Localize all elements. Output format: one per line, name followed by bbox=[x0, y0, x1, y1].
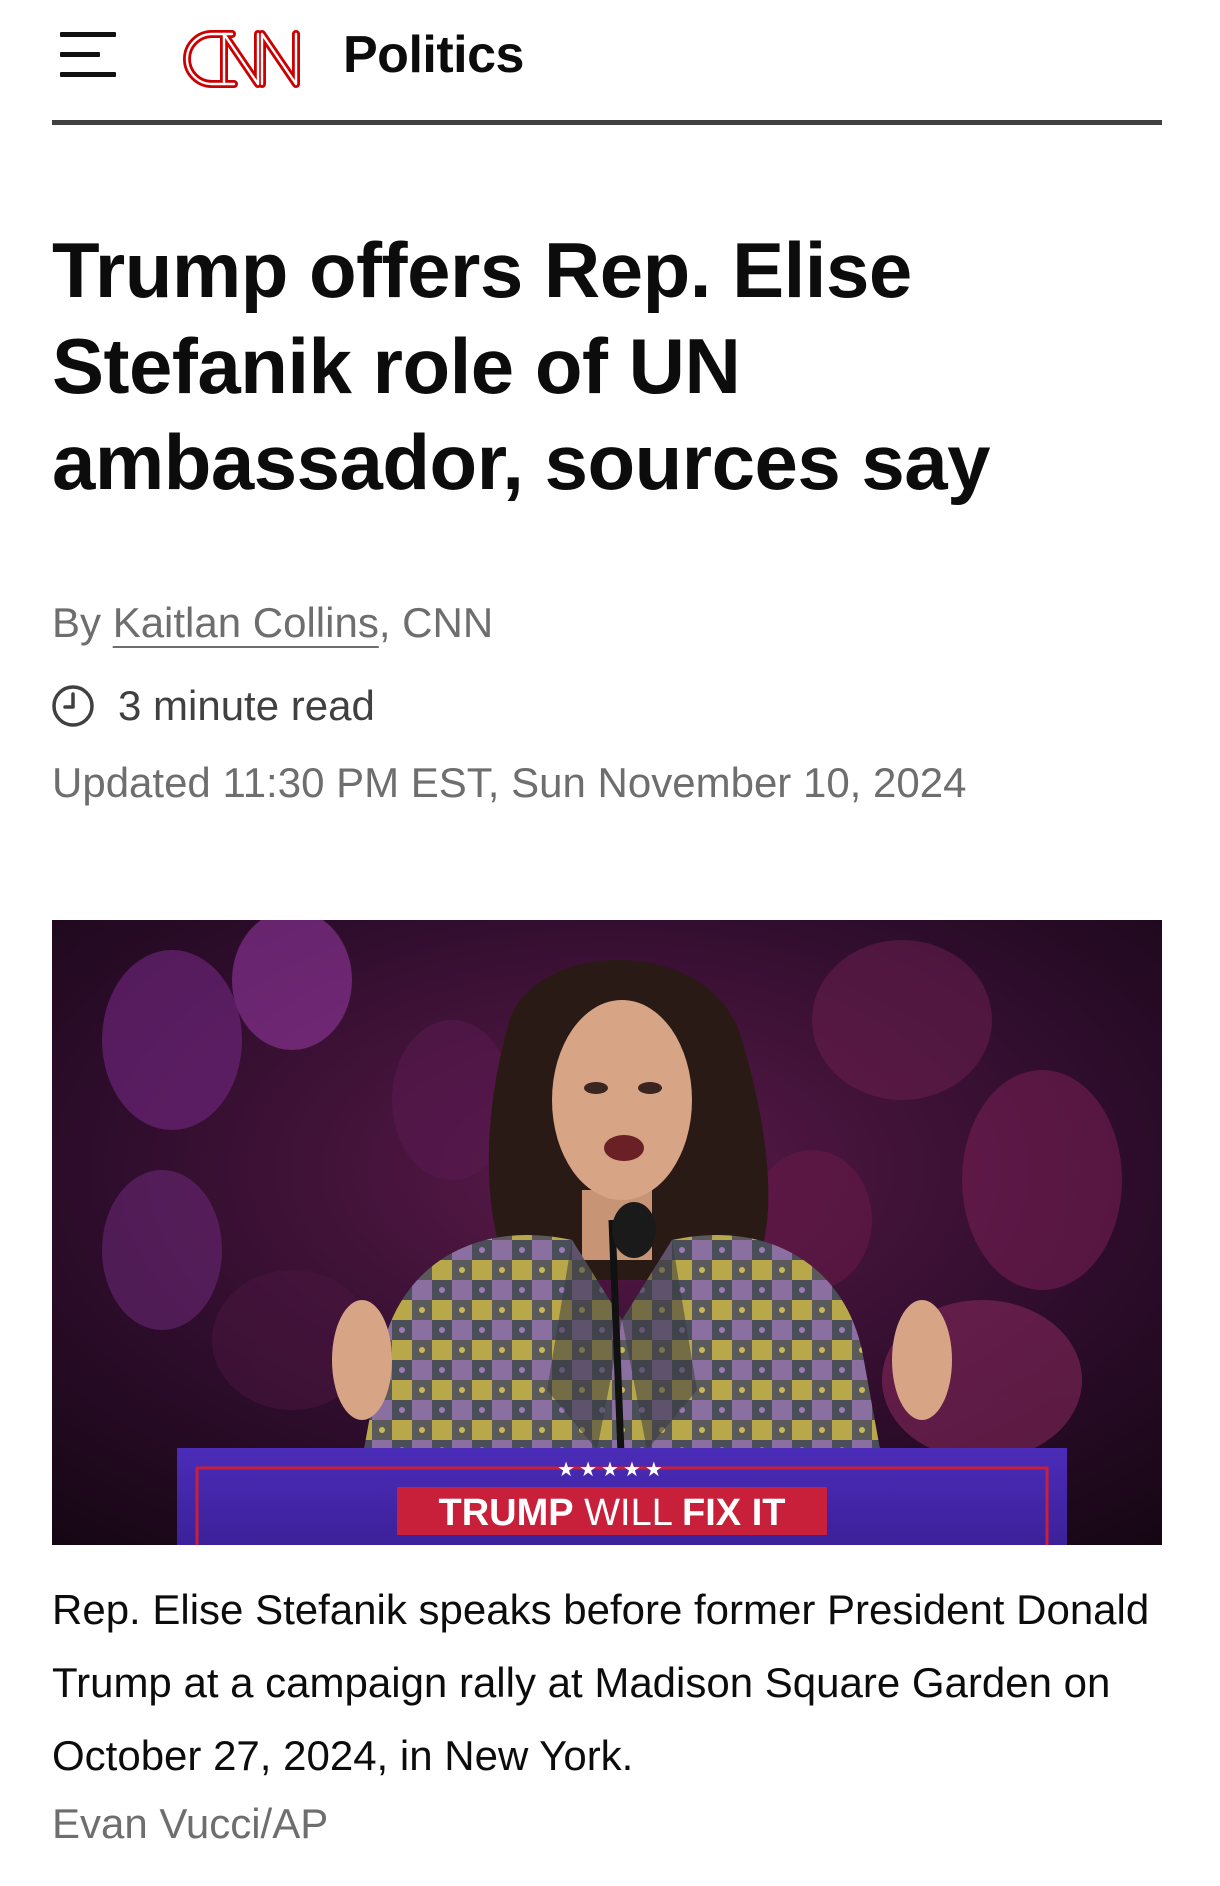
byline: By Kaitlan Collins, CNN bbox=[52, 593, 493, 653]
updated-timestamp: Updated 11:30 PM EST, Sun November 10, 2… bbox=[52, 759, 967, 806]
podium-sign-light: WILL bbox=[574, 1492, 682, 1534]
clock-icon bbox=[52, 685, 94, 727]
image-credit: Evan Vucci/AP bbox=[52, 1800, 329, 1847]
header-divider bbox=[52, 120, 1162, 125]
byline-suffix: , CNN bbox=[378, 599, 494, 646]
read-time-label: 3 minute read bbox=[118, 682, 375, 729]
cnn-logo[interactable] bbox=[176, 22, 336, 94]
podium-sign-bold-1: TRUMP bbox=[439, 1492, 574, 1534]
image-caption: Rep. Elise Stefanik speaks before former… bbox=[52, 1586, 1150, 1779]
read-time: 3 minute read bbox=[50, 676, 375, 736]
hamburger-menu-icon[interactable] bbox=[56, 28, 126, 82]
site-header: Politics bbox=[0, 0, 1220, 126]
podium-sign-bold-2: FIX IT bbox=[682, 1492, 785, 1534]
podium-stars: ★★★★★ bbox=[557, 1457, 667, 1481]
svg-text:TRUMP WILL FIX IT: TRUMP WILL FIX IT bbox=[439, 1492, 786, 1534]
author-link[interactable]: Kaitlan Collins bbox=[113, 599, 379, 646]
hero-image[interactable]: ★★★★★ TRUMP WILL FIX IT bbox=[52, 920, 1162, 1545]
article-headline: Trump offers Rep. Elise Stefanik role of… bbox=[52, 226, 991, 506]
section-name[interactable]: Politics bbox=[343, 24, 524, 86]
byline-prefix: By bbox=[52, 599, 113, 646]
